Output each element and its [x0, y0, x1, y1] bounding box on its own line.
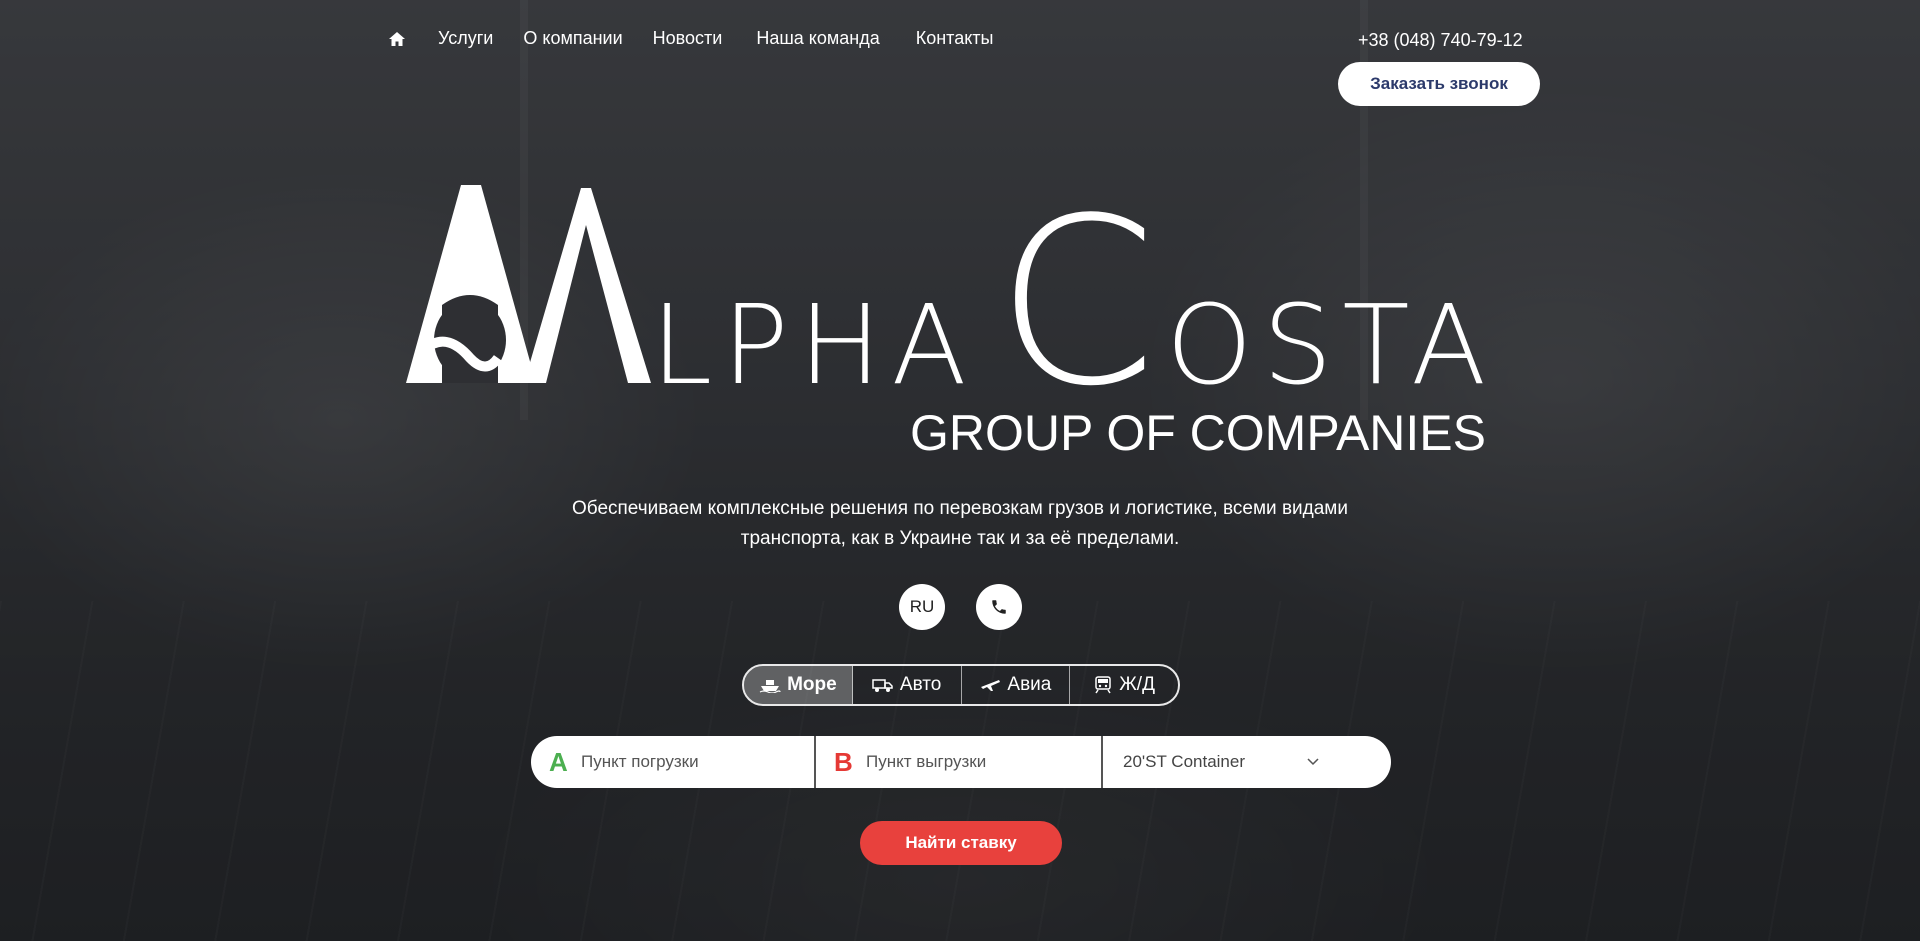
tab-air[interactable]: Авиа: [962, 666, 1071, 704]
logo-alpha-text: LPHA: [651, 281, 977, 409]
home-icon[interactable]: [388, 29, 408, 49]
main-nav: Услуги О компании Новости Наша команда К…: [388, 28, 1023, 49]
container-type-value: 20'ST Container: [1123, 752, 1246, 771]
tab-sea-label: Море: [787, 674, 837, 695]
logo-subtitle: GROUP OF COMPANIES: [910, 405, 1486, 460]
tagline-line: транспорта, как в Украине так и за её пр…: [740, 528, 1180, 549]
nav-item-about[interactable]: О компании: [523, 28, 622, 49]
point-b-marker: B: [834, 746, 853, 777]
logo-big-c: C: [996, 180, 1157, 437]
header-phone[interactable]: +38 (048) 740-79-12: [1358, 30, 1523, 51]
phone-call-button[interactable]: [976, 584, 1022, 630]
train-icon: [1095, 676, 1112, 694]
nav-item-contacts[interactable]: Контакты: [916, 28, 994, 49]
logo-costa-text: OSTA: [1166, 281, 1496, 409]
unloading-point-input[interactable]: [866, 752, 1086, 772]
alphacosta-logo: LPHA C OSTA GROUP OF COMPANIES: [406, 180, 1496, 460]
nav-item-news[interactable]: Новости: [653, 28, 723, 49]
truck-icon: [872, 679, 893, 692]
unloading-point-field: B: [816, 736, 1103, 788]
background-overlay: [0, 0, 1920, 941]
callback-button[interactable]: Заказать звонок: [1338, 62, 1540, 106]
rate-search-form: A B 20'ST Container: [531, 736, 1391, 788]
tab-rail-label: Ж/Д: [1119, 674, 1155, 695]
language-button[interactable]: RU: [899, 584, 945, 630]
tab-auto[interactable]: Авто: [853, 666, 962, 704]
nav-item-team[interactable]: Наша команда: [756, 28, 879, 49]
phone-icon: [992, 600, 1006, 614]
container-type-select[interactable]: 20'ST Container: [1103, 736, 1391, 788]
chevron-down-icon: [1307, 758, 1319, 766]
find-rate-button[interactable]: Найти ставку: [860, 821, 1062, 865]
tab-air-label: Авиа: [1007, 674, 1052, 695]
point-a-marker: A: [549, 746, 568, 777]
loading-point-input[interactable]: [581, 752, 801, 772]
ship-icon: [759, 680, 781, 693]
alpha-emblem-icon: [406, 185, 651, 383]
plane-icon: [981, 680, 1001, 691]
tab-rail[interactable]: Ж/Д: [1070, 666, 1178, 704]
nav-item-services[interactable]: Услуги: [438, 28, 493, 49]
loading-point-field: A: [531, 736, 816, 788]
transport-tabs: Море Авто Авиа Ж/Д: [742, 664, 1180, 706]
hero-tagline: Обеспечиваем комплексные решения по пере…: [440, 494, 1480, 554]
tagline-line: Обеспечиваем комплексные решения по пере…: [572, 498, 1348, 519]
tab-auto-label: Авто: [899, 674, 942, 695]
tab-sea[interactable]: Море: [744, 666, 853, 704]
